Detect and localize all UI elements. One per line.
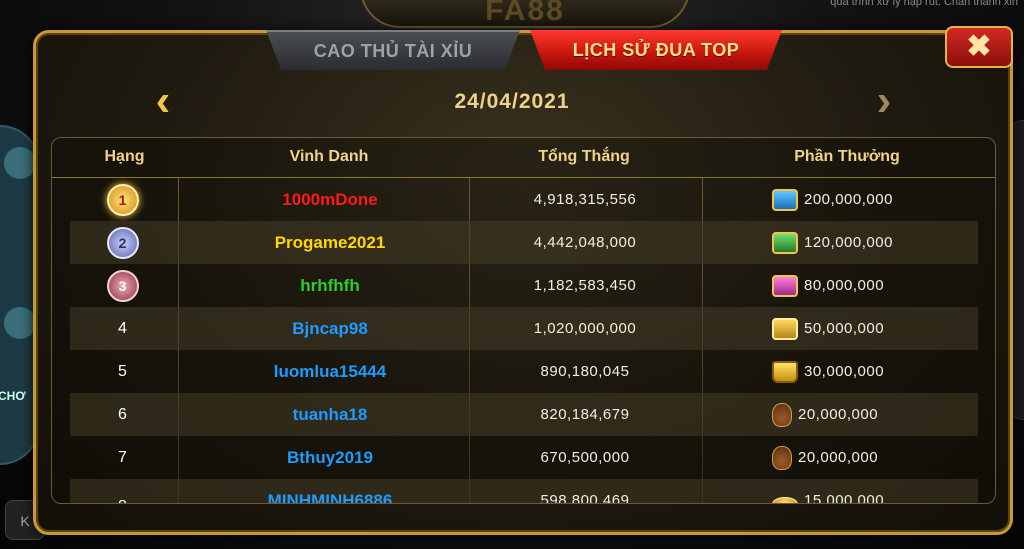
table-row: 6 tuanha18 820,184,679 20,000,000: [70, 393, 978, 436]
table-row: 8 MINHMINH6886 598,800,469 15,000,000: [70, 479, 978, 504]
prize-cell: 20,000,000: [702, 436, 992, 479]
rank-cell: 6: [118, 405, 127, 423]
rank-cell: 5: [118, 362, 127, 380]
player-name: Bjncap98: [292, 318, 368, 338]
document-icon: [4, 307, 36, 339]
pink-chest-icon: [772, 274, 798, 297]
rank-cell: 1: [70, 178, 175, 221]
money-bag-icon: [772, 445, 792, 470]
prize-amount: 50,000,000: [804, 320, 885, 337]
next-date-arrow-icon[interactable]: ›: [871, 79, 897, 123]
prize-cell: 30,000,000: [702, 350, 992, 393]
background-notice-text: quá trình xử lý nạp rút. Chân thành xin: [830, 0, 1018, 8]
rank-cell: 2: [70, 221, 175, 264]
bronze-medal-icon: 3: [106, 269, 139, 302]
blue-chest-icon: [772, 188, 798, 211]
player-name: luomlua15444: [273, 361, 387, 381]
prize-amount: 200,000,000: [804, 191, 893, 208]
table-row: 7 Bthuy2019 670,500,000 20,000,000: [70, 436, 978, 479]
total-wins: 820,184,679: [540, 406, 630, 423]
prize-amount: 20,000,000: [798, 406, 879, 423]
prize-amount: 120,000,000: [804, 234, 893, 251]
header-prize: Phần Thưởng: [794, 148, 900, 165]
total-wins: 670,500,000: [540, 449, 630, 466]
coins-icon: [772, 496, 798, 503]
prize-cell: 20,000,000: [702, 393, 992, 436]
prize-cell: 50,000,000: [702, 307, 992, 350]
gold-chest-icon: [772, 317, 798, 340]
prize-cell: 200,000,000: [702, 178, 992, 221]
chart-icon: [4, 147, 36, 179]
close-icon: ✖: [966, 30, 992, 63]
silver-medal-icon: 2: [106, 226, 139, 259]
prize-amount: 20,000,000: [798, 449, 879, 466]
total-wins: 1,182,583,450: [533, 277, 637, 294]
prize-amount: 80,000,000: [804, 277, 885, 294]
prize-cell: 120,000,000: [702, 221, 992, 264]
tab-cao-thu-tai-xiu[interactable]: CAO THỦ TÀI XỈU: [266, 30, 520, 70]
rank-cell: 3: [70, 264, 175, 307]
table-header: Hạng Vinh Danh Tổng Thắng Phần Thưởng: [52, 138, 995, 178]
header-name: Vinh Danh: [289, 148, 369, 165]
tab-lich-su-dua-top[interactable]: LỊCH SỬ ĐUA TOP: [530, 30, 782, 70]
background-button-label: CHƠ: [0, 389, 26, 403]
close-button[interactable]: ✖: [945, 26, 1013, 68]
table-row: 3 hrhfhfh 1,182,583,450 80,000,000: [70, 264, 978, 307]
header-total-wins: Tổng Thắng: [538, 148, 630, 165]
game-logo: FA88: [360, 0, 690, 28]
prize-amount: 30,000,000: [804, 363, 885, 380]
total-wins: 4,918,315,556: [533, 191, 637, 208]
total-wins: 598,800,469: [540, 492, 630, 504]
prize-amount: 15,000,000: [804, 492, 885, 504]
open-chest-icon: [772, 360, 798, 383]
player-name: Bthuy2019: [287, 447, 373, 467]
header-rank: Hạng: [104, 148, 145, 165]
table-row: 2 Progame2021 4,442,048,000 120,000,000: [70, 221, 978, 264]
total-wins: 890,180,045: [540, 363, 630, 380]
table-row: 5 luomlua15444 890,180,045 30,000,000: [70, 350, 978, 393]
total-wins: 4,442,048,000: [533, 234, 637, 251]
table-row: 1 1000mDone 4,918,315,556 200,000,000: [70, 178, 978, 221]
table-row: 4 Bjncap98 1,020,000,000 50,000,000: [70, 307, 978, 350]
player-name: Progame2021: [274, 232, 386, 252]
gold-medal-icon: 1: [106, 183, 139, 216]
leaderboard-table: Hạng Vinh Danh Tổng Thắng Phần Thưởng 1 …: [51, 137, 996, 504]
total-wins: 1,020,000,000: [533, 320, 637, 337]
player-name: tuanha18: [292, 404, 368, 424]
rank-cell: 4: [118, 319, 127, 337]
player-name: 1000mDone: [282, 189, 378, 209]
game-screen: FA88 quá trình xử lý nạp rút. Chân thành…: [0, 0, 1024, 549]
prize-cell: 80,000,000: [702, 264, 992, 307]
player-name: hrhfhfh: [300, 275, 360, 295]
player-name: MINHMINH6886: [267, 490, 393, 504]
money-bag-icon: [772, 402, 792, 427]
rank-cell: 7: [118, 448, 127, 466]
green-chest-icon: [772, 231, 798, 254]
rank-cell: 8: [70, 479, 175, 504]
logo-text: FA88: [485, 0, 565, 27]
prize-cell: 15,000,000: [702, 479, 992, 504]
